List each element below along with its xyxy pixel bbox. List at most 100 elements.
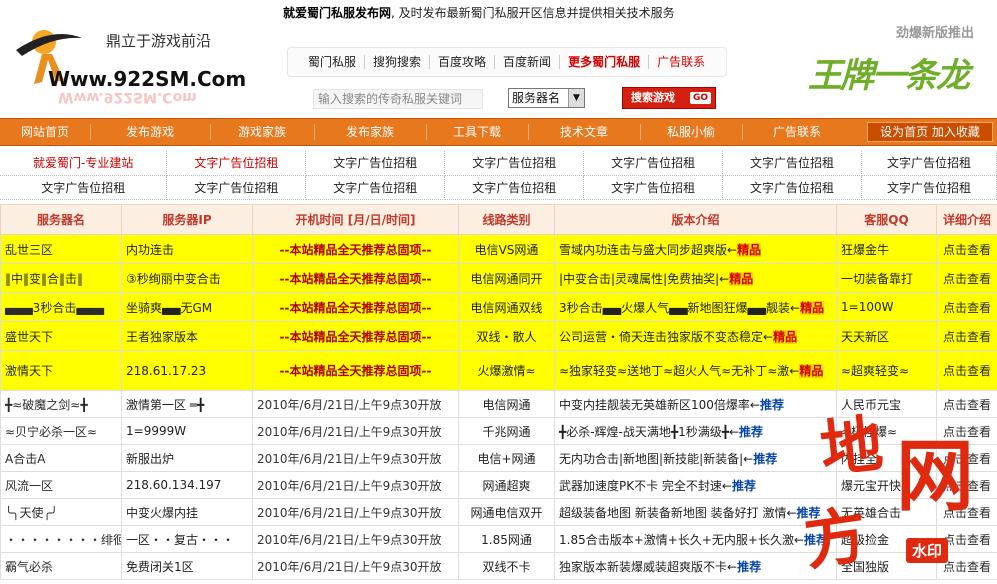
mainnav-tools[interactable]: 工具下载 xyxy=(426,119,528,145)
server-name-link[interactable]: 风流一区 xyxy=(5,479,53,493)
intro-tag[interactable]: 推荐 xyxy=(739,425,763,439)
service-qq: 超级捡金 xyxy=(836,525,937,553)
intro-text: 无内功合击|新地图|新技能|新装备|← xyxy=(559,451,754,466)
ad-link[interactable]: 文字广告位招租 xyxy=(444,175,585,200)
detail-link[interactable]: 点击查看 xyxy=(943,243,991,257)
ad-link[interactable]: 文字广告位招租 xyxy=(0,175,168,200)
detail-link[interactable]: 点击查看 xyxy=(943,364,991,378)
service-qq: 全国独版 xyxy=(836,552,937,580)
intro-tag[interactable]: 精品 xyxy=(729,271,754,286)
detail-link[interactable]: 点击查看 xyxy=(943,301,991,315)
nav-link-baidu-guide[interactable]: 百度攻略 xyxy=(430,55,496,69)
detail-cell: 点击查看 xyxy=(936,321,997,351)
nav-link-sogou[interactable]: 搜狗搜索 xyxy=(365,55,431,69)
ad-link[interactable]: 文字广告位招租 xyxy=(305,175,446,200)
ad-link[interactable]: 文字广告位招租 xyxy=(583,151,724,176)
open-time: --本站精品全天推荐总固项-- xyxy=(252,263,459,293)
detail-cell: 点击查看 xyxy=(936,471,997,499)
nav-link-more[interactable]: 更多蜀门私服 xyxy=(560,55,650,69)
mainnav-game-family[interactable]: 游戏家族 xyxy=(210,119,314,145)
search-button[interactable]: 搜索游戏 GO xyxy=(622,87,716,109)
nav-link-baidu-news[interactable]: 百度新闻 xyxy=(495,55,561,69)
intro-tag[interactable]: 推荐 xyxy=(753,452,777,466)
server-name-link[interactable]: 乱世三区 xyxy=(5,243,53,257)
version-intro: ≈独家轻变≈送地丁≈超火人气≈无补丁≈激←精品 xyxy=(554,350,837,391)
intro-tag[interactable]: 精品 xyxy=(773,329,798,344)
intro-text: ╋必杀-辉煌-战天满地╋1秒满级╋← xyxy=(559,424,740,439)
open-time: --本站精品全天推荐总固项-- xyxy=(252,321,459,351)
ad-link[interactable]: 就爱蜀门-专业建站 xyxy=(0,151,168,176)
ad-link[interactable]: 文字广告位招租 xyxy=(305,151,446,176)
detail-link[interactable]: 点击查看 xyxy=(943,506,991,520)
server-name-link[interactable]: 盛世天下 xyxy=(5,330,53,344)
version-intro: 中变内挂靓装无英雄新区100倍爆率←推荐 xyxy=(554,390,837,418)
server-name: 乱世三区 xyxy=(0,234,122,264)
col-header-intro: 版本介绍 xyxy=(554,204,837,235)
server-name-link[interactable]: ≈贝宁必杀一区≈ xyxy=(5,425,97,439)
version-intro: 武器加速度PK不卡 完全不封速←推荐 xyxy=(554,471,837,499)
detail-link[interactable]: 点击查看 xyxy=(943,398,991,412)
main-nav: 网站首页 发布游戏 游戏家族 发布家族 工具下载 技术文章 私服小偷 广告联系 … xyxy=(0,118,997,146)
ad-link[interactable]: 文字广告位招租 xyxy=(861,175,997,200)
chevron-down-icon[interactable]: ▼ xyxy=(568,89,584,107)
server-name-link[interactable]: ╰╮天使╭╯ xyxy=(5,506,58,520)
server-name-link[interactable]: ╋≈破魔之剑≈╋ xyxy=(5,398,88,412)
service-qq: 内挂全 xyxy=(836,444,937,472)
nav-link-shumen[interactable]: 蜀门私服 xyxy=(300,55,366,69)
search-input[interactable]: 输入搜索的传奇私服关键词 xyxy=(313,89,483,109)
mainnav-articles[interactable]: 技术文章 xyxy=(528,119,640,145)
detail-link[interactable]: 点击查看 xyxy=(943,479,991,493)
mainnav-ads[interactable]: 广告联系 xyxy=(742,119,852,145)
col-header-name: 服务器名 xyxy=(0,204,122,235)
detail-link[interactable]: 点击查看 xyxy=(943,272,991,286)
detail-link[interactable]: 点击查看 xyxy=(943,330,991,344)
ad-link[interactable]: 文字广告位招租 xyxy=(444,151,585,176)
col-header-time: 开机时间 [月/日/时间] xyxy=(252,204,459,235)
server-name-link[interactable]: ▄▄▄3秒合击▄▄▄ xyxy=(5,301,104,315)
ad-link[interactable]: 文字广告位招租 xyxy=(583,175,724,200)
detail-link[interactable]: 点击查看 xyxy=(943,425,991,439)
intro-tag[interactable]: 推荐 xyxy=(804,533,828,547)
set-home-favorite[interactable]: 设为首页 加入收藏 xyxy=(867,122,993,142)
open-time: 2010年/6月/21日/上午9点30开放 xyxy=(252,417,459,445)
server-name: 激情天下 xyxy=(0,350,122,391)
ad-link[interactable]: 文字广告位招租 xyxy=(166,151,307,176)
promo-banner[interactable]: 王牌一条龙 xyxy=(784,40,994,108)
search-type-select[interactable]: 服务器名 ▼ xyxy=(508,88,585,108)
server-name-link[interactable]: 霸气必杀 xyxy=(5,560,53,574)
mainnav-thief[interactable]: 私服小偷 xyxy=(640,119,742,145)
ad-link[interactable]: 文字广告位招租 xyxy=(166,175,307,200)
server-ip: 免费闭关1区 xyxy=(121,552,253,580)
server-name-link[interactable]: ・・・・・・・・绯徊 xyxy=(5,533,121,547)
ad-link[interactable]: 文字广告位招租 xyxy=(722,151,863,176)
col-header-qq: 客服QQ xyxy=(836,204,937,235)
intro-tag[interactable]: 推荐 xyxy=(732,479,756,493)
ad-link[interactable]: 文字广告位招租 xyxy=(861,151,997,176)
server-name-link[interactable]: A合击A xyxy=(5,452,45,466)
site-logo[interactable]: 鼎立于游戏前沿 Www.922SM.Com Www.922SM.Com xyxy=(8,12,268,107)
intro-tag[interactable]: 精品 xyxy=(799,364,824,378)
service-qq: 1=100W xyxy=(836,292,937,322)
intro-text: 公司运营・倚天连击独家版不变态稳定← xyxy=(559,329,774,344)
nav-link-ads[interactable]: 广告联系 xyxy=(649,55,713,69)
detail-link[interactable]: 点击查看 xyxy=(943,560,991,574)
server-name-link[interactable]: 激情天下 xyxy=(5,364,53,378)
intro-tag[interactable]: 精品 xyxy=(737,242,762,257)
mainnav-home[interactable]: 网站首页 xyxy=(0,119,90,145)
mainnav-publish-game[interactable]: 发布游戏 xyxy=(90,119,210,145)
server-ip: ③秒绚丽中变合击 xyxy=(121,263,253,293)
detail-link[interactable]: 点击查看 xyxy=(943,452,991,466)
intro-tag[interactable]: 推荐 xyxy=(797,506,821,520)
intro-tag[interactable]: 精品 xyxy=(800,300,825,315)
open-time: 2010年/6月/21日/上午9点30开放 xyxy=(252,444,459,472)
search-button-label: 搜索游戏 xyxy=(631,91,675,104)
detail-link[interactable]: 点击查看 xyxy=(943,533,991,547)
server-ip: 218.60.134.197 xyxy=(121,471,253,499)
search-select-value: 服务器名 xyxy=(512,91,561,105)
ad-link[interactable]: 文字广告位招租 xyxy=(722,175,863,200)
mainnav-publish-family[interactable]: 发布家族 xyxy=(314,119,426,145)
intro-tag[interactable]: 推荐 xyxy=(737,560,761,574)
detail-cell: 点击查看 xyxy=(936,263,997,293)
server-name-link[interactable]: ‖中‖变‖合‖击‖ xyxy=(5,272,83,286)
intro-tag[interactable]: 推荐 xyxy=(760,398,784,412)
